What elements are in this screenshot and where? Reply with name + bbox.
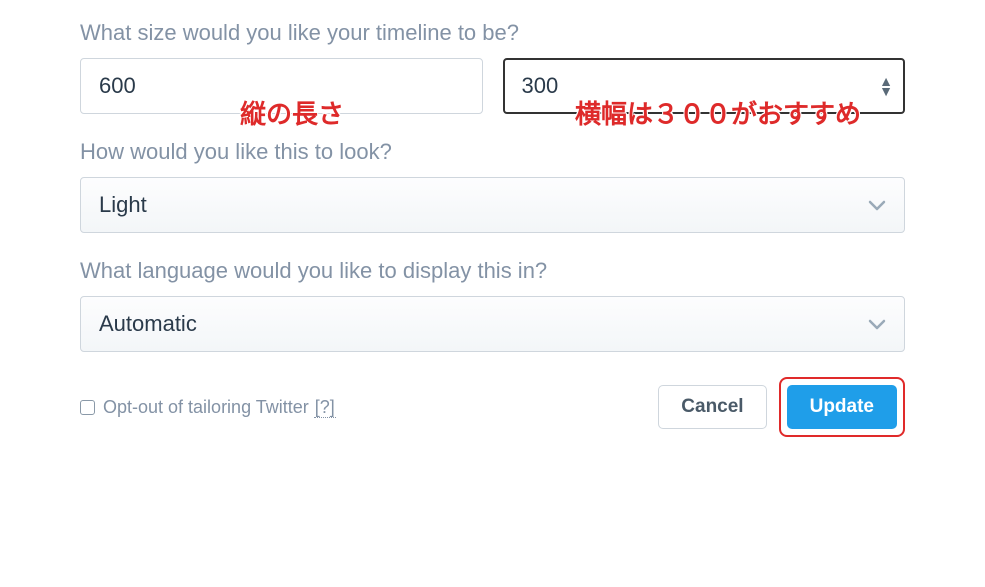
stepper-down-icon[interactable]: ▼ bbox=[879, 86, 893, 96]
update-button[interactable]: Update bbox=[787, 385, 897, 429]
size-row: ▲ ▼ bbox=[80, 58, 905, 114]
width-stepper[interactable]: ▲ ▼ bbox=[879, 76, 893, 96]
width-wrapper: ▲ ▼ bbox=[503, 58, 906, 114]
width-input[interactable] bbox=[503, 58, 906, 114]
optout-checkbox[interactable] bbox=[80, 400, 95, 415]
look-select[interactable]: Light bbox=[80, 177, 905, 233]
language-value: Automatic bbox=[99, 311, 197, 337]
optout-help-link[interactable]: [?] bbox=[314, 397, 336, 418]
size-group: What size would you like your timeline t… bbox=[80, 20, 905, 114]
settings-form: What size would you like your timeline t… bbox=[0, 0, 985, 457]
language-label: What language would you like to display … bbox=[80, 258, 905, 284]
chevron-down-icon bbox=[868, 311, 886, 337]
look-value: Light bbox=[99, 192, 147, 218]
size-label: What size would you like your timeline t… bbox=[80, 20, 905, 46]
language-group: What language would you like to display … bbox=[80, 258, 905, 352]
look-group: How would you like this to look? Light bbox=[80, 139, 905, 233]
height-input[interactable] bbox=[80, 58, 483, 114]
button-group: Cancel Update bbox=[658, 377, 905, 437]
optout-text: Opt-out of tailoring Twitter [?] bbox=[103, 397, 336, 418]
language-select[interactable]: Automatic bbox=[80, 296, 905, 352]
optout-row[interactable]: Opt-out of tailoring Twitter [?] bbox=[80, 397, 336, 418]
look-label: How would you like this to look? bbox=[80, 139, 905, 165]
height-wrapper bbox=[80, 58, 483, 114]
update-highlight: Update bbox=[779, 377, 905, 437]
chevron-down-icon bbox=[868, 192, 886, 218]
cancel-button[interactable]: Cancel bbox=[658, 385, 766, 429]
optout-label: Opt-out of tailoring Twitter bbox=[103, 397, 314, 417]
footer-row: Opt-out of tailoring Twitter [?] Cancel … bbox=[80, 377, 905, 437]
